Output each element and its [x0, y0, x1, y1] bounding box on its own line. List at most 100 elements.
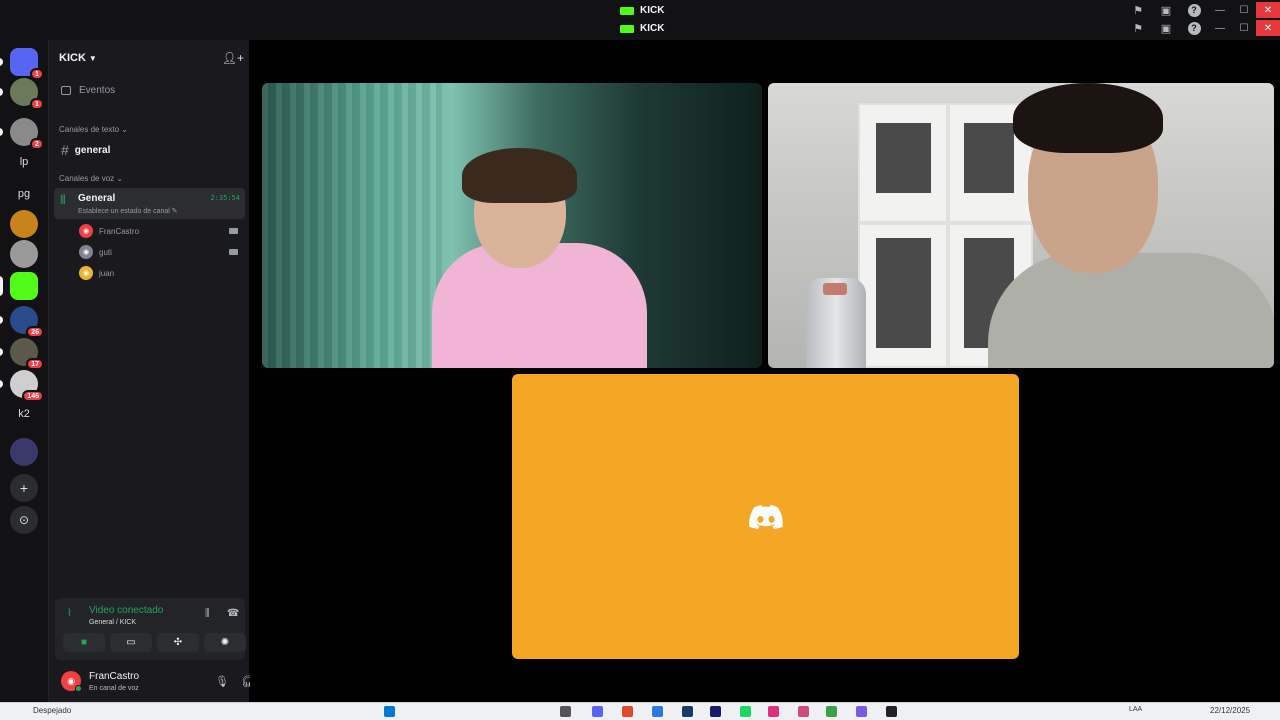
- server-icon-server-1[interactable]: 1: [10, 78, 44, 110]
- user-status: En canal de voz: [89, 685, 139, 692]
- voice-member[interactable]: ◉ FranCastro: [79, 224, 139, 238]
- taskbar-app-icon[interactable]: [652, 706, 663, 717]
- unread-pip: [0, 88, 3, 96]
- call-timer: 2:35:54: [210, 194, 240, 202]
- mention-badge: 26: [26, 326, 44, 338]
- weather-widget[interactable]: Despejado: [33, 706, 71, 715]
- username[interactable]: FranCastro: [89, 671, 139, 682]
- video-tile-participant-1[interactable]: [262, 83, 762, 368]
- unread-pip: [0, 128, 3, 136]
- language-indicator[interactable]: LAA: [1129, 706, 1142, 713]
- server-icon-server-6[interactable]: 17: [10, 338, 44, 370]
- hash-icon: #: [61, 142, 69, 158]
- title-bar: KICK KICK ⚑ ▣ ? — ☐ ✕ ⚑ ▣ ? — ☐ ✕: [0, 0, 1280, 40]
- share-screen-button[interactable]: ▭: [110, 633, 152, 652]
- video-camera-icon: [229, 249, 238, 255]
- category-text-channels[interactable]: Canales de texto ⌄: [59, 125, 128, 134]
- taskbar-app-icon[interactable]: [682, 706, 693, 717]
- window-title-text: KICK: [640, 23, 665, 34]
- unread-pip: [0, 316, 3, 324]
- taskbar-app-icon[interactable]: [740, 706, 751, 717]
- kick-logo-icon: [620, 24, 634, 33]
- close-button[interactable]: ✕: [1256, 2, 1280, 18]
- add-server-icon[interactable]: +: [10, 474, 38, 502]
- taskbar-app-icon[interactable]: [560, 706, 571, 717]
- chevron-down-icon: ▼: [88, 54, 97, 63]
- help-icon[interactable]: ?: [1180, 20, 1208, 36]
- server-icon-server-5[interactable]: 26: [10, 306, 44, 338]
- microphone-icon[interactable]: 🎙︎: [215, 675, 229, 688]
- server-icon-server-pg[interactable]: pg: [10, 180, 38, 208]
- events-item[interactable]: Eventos: [61, 85, 115, 96]
- window-title-1: KICK: [620, 5, 664, 16]
- server-rail: 1 1 2 lp pg 26 17 146 k2 + ⊙: [0, 40, 48, 702]
- set-channel-status[interactable]: Establece un estado de canal ✎: [78, 207, 178, 215]
- server-icon-server-4[interactable]: [10, 240, 38, 268]
- disconnect-icon[interactable]: ☎: [227, 608, 239, 619]
- taskbar-app-icon[interactable]: [622, 706, 633, 717]
- voice-member[interactable]: ◉ juan: [79, 266, 114, 280]
- taskbar-app-icon[interactable]: [886, 706, 897, 717]
- server-icon-server-8[interactable]: [10, 438, 38, 466]
- server-icon-server-k2[interactable]: k2: [10, 400, 38, 428]
- taskbar-app-icon[interactable]: [768, 706, 779, 717]
- screen-share-icon[interactable]: ▣: [1152, 2, 1180, 18]
- taskbar-app-icon[interactable]: [798, 706, 809, 717]
- server-icon-server-3[interactable]: [10, 210, 38, 238]
- unread-pip: [0, 276, 3, 296]
- soundboard-button[interactable]: ✺: [204, 633, 246, 652]
- avatar: ◉: [79, 266, 93, 280]
- mention-badge: 17: [26, 358, 44, 370]
- camera-button[interactable]: ■: [63, 633, 105, 652]
- screen-share-icon[interactable]: ▣: [1152, 20, 1180, 36]
- voice-channel-general[interactable]: ||| General Establece un estado de canal…: [54, 188, 245, 219]
- activities-button[interactable]: ✣: [157, 633, 199, 652]
- voice-status-title[interactable]: Video conectado: [89, 605, 163, 616]
- taskbar-app-icon[interactable]: [826, 706, 837, 717]
- server-icon-server-lp[interactable]: lp: [10, 148, 38, 176]
- voice-status-subtitle[interactable]: General / KICK: [89, 619, 136, 626]
- flag-icon[interactable]: ⚑: [1124, 2, 1152, 18]
- mention-badge: 1: [30, 98, 44, 110]
- add-user-icon[interactable]: 👤︎+: [222, 51, 244, 65]
- taskbar-app-icon[interactable]: [592, 706, 603, 717]
- flag-icon[interactable]: ⚑: [1124, 20, 1152, 36]
- minimize-button[interactable]: —: [1208, 2, 1232, 18]
- clock-date[interactable]: 22/12/2025: [1210, 706, 1250, 715]
- server-icon-home[interactable]: 1: [10, 48, 44, 80]
- guild-header[interactable]: KICK ▼ 👤︎+: [59, 50, 244, 66]
- server-icon-server-2[interactable]: 2: [10, 118, 44, 150]
- voice-wave-icon: |||: [60, 194, 66, 205]
- discord-logo-icon: [748, 504, 783, 529]
- maximize-button[interactable]: ☐: [1232, 20, 1256, 36]
- camera-icon: ■: [80, 637, 88, 648]
- os-taskbar: Despejado LAA 22/12/2025: [0, 702, 1280, 720]
- video-camera-icon: [229, 228, 238, 234]
- maximize-button[interactable]: ☐: [1232, 2, 1256, 18]
- mention-badge: 1: [30, 68, 44, 80]
- category-voice-channels[interactable]: Canales de voz ⌄: [59, 174, 123, 183]
- video-tile-participant-2[interactable]: [768, 83, 1274, 368]
- taskbar-app-icon[interactable]: [710, 706, 721, 717]
- windows-start-icon[interactable]: [384, 706, 395, 717]
- server-icon-server-kick[interactable]: [10, 272, 38, 300]
- server-label: pg: [17, 188, 31, 200]
- screen-share-icon: ▭: [126, 637, 136, 648]
- discover-icon[interactable]: ⊙: [10, 506, 38, 534]
- voice-member[interactable]: ◉ guti: [79, 245, 112, 259]
- noise-suppression-icon[interactable]: ⫼: [205, 608, 210, 619]
- taskbar-app-icon[interactable]: [856, 706, 867, 717]
- guild-name: KICK: [59, 52, 86, 64]
- events-label: Eventos: [79, 85, 116, 96]
- video-tile-participant-3[interactable]: [512, 374, 1019, 659]
- signal-icon[interactable]: ⌇: [67, 608, 72, 619]
- titlebar-controls-1: ⚑ ▣ ? — ☐ ✕: [1124, 2, 1280, 18]
- close-button[interactable]: ✕: [1256, 20, 1280, 36]
- activities-icon: ✣: [173, 637, 183, 648]
- channel-general[interactable]: # general: [61, 142, 110, 158]
- minimize-button[interactable]: —: [1208, 20, 1232, 36]
- server-icon-server-7[interactable]: 146: [10, 370, 44, 402]
- titlebar-controls-2: ⚑ ▣ ? — ☐ ✕: [1124, 20, 1280, 36]
- help-icon[interactable]: ?: [1180, 2, 1208, 18]
- member-name: FranCastro: [99, 226, 140, 236]
